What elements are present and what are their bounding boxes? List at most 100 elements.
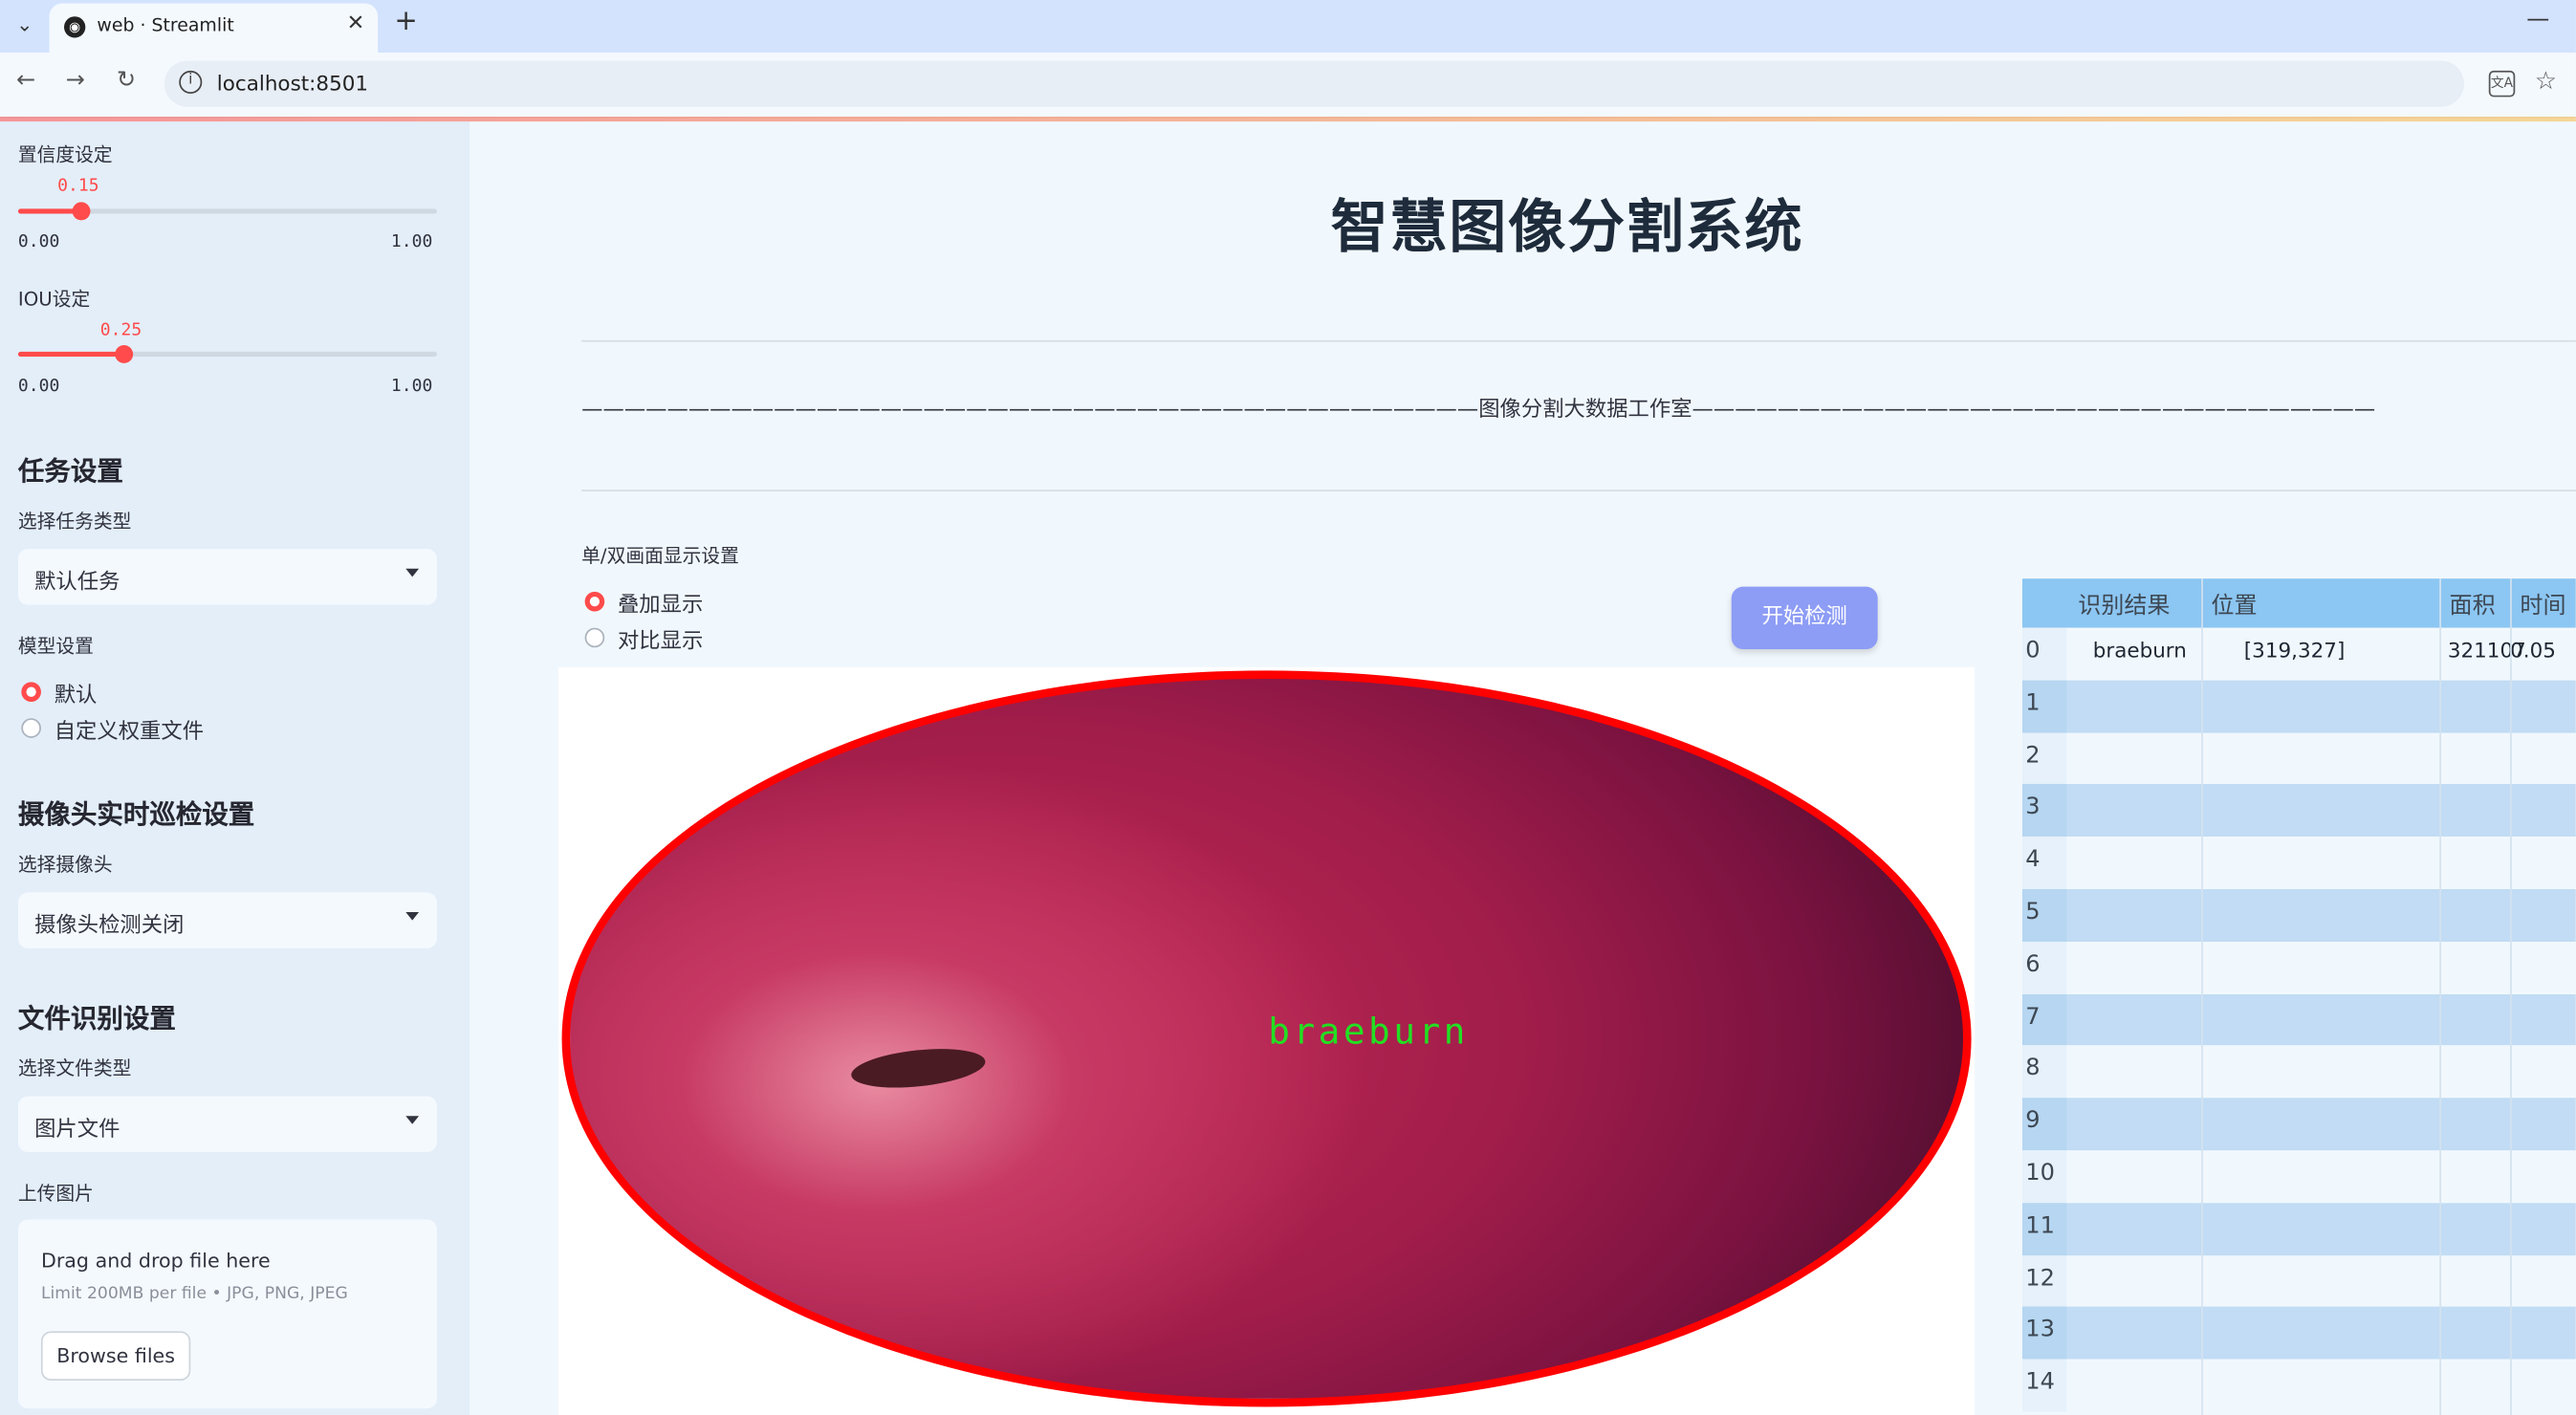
confidence-value: 0.15 bbox=[57, 175, 99, 196]
browse-files-button[interactable]: Browse files bbox=[40, 1331, 191, 1381]
minimize-window-icon[interactable]: — bbox=[2526, 7, 2549, 33]
model-option-custom[interactable]: 自定义权重文件 bbox=[55, 713, 204, 745]
chevron-down-icon bbox=[405, 912, 420, 921]
site-info-icon[interactable]: i bbox=[179, 70, 203, 94]
bookmark-star-icon[interactable]: ☆ bbox=[2535, 66, 2557, 96]
studio-subtitle: ————————————————————————————————————————… bbox=[581, 397, 2376, 423]
tab-list-chevron-icon[interactable]: ⌄ bbox=[7, 7, 43, 43]
row-index-cell: 7 bbox=[2021, 993, 2067, 1046]
file-dropzone[interactable]: Drag and drop file here Limit 200MB per … bbox=[17, 1219, 437, 1409]
header-area[interactable]: 面积 bbox=[2450, 588, 2496, 620]
confidence-min: 0.00 bbox=[17, 231, 60, 252]
display-option-overlay[interactable]: 叠加显示 bbox=[618, 587, 703, 619]
model-option-default[interactable]: 默认 bbox=[55, 677, 98, 708]
streamlit-favicon-icon: ◉ bbox=[64, 16, 86, 38]
divider bbox=[581, 490, 2576, 491]
reload-icon[interactable]: ↻ bbox=[117, 67, 136, 94]
iou-max: 1.00 bbox=[390, 376, 433, 397]
header-position[interactable]: 位置 bbox=[2211, 588, 2257, 620]
table-row[interactable]: 7 bbox=[2021, 993, 2576, 1046]
browser-tab-bar: ⌄ ◉ web · Streamlit ✕ + — bbox=[0, 0, 2576, 54]
table-row[interactable]: 0 braeburn [319,327] 321107 0.05 bbox=[2021, 627, 2576, 681]
table-row[interactable]: 2 bbox=[2021, 731, 2576, 785]
row-index: 2 bbox=[2025, 742, 2041, 769]
table-header: 识别结果 位置 面积 时间 bbox=[2021, 578, 2576, 628]
table-row[interactable]: 6 bbox=[2021, 941, 2576, 994]
iou-value: 0.25 bbox=[99, 320, 142, 340]
table-row[interactable]: 5 bbox=[2021, 888, 2576, 942]
model-radio-custom[interactable] bbox=[21, 718, 41, 738]
table-row[interactable]: 10 bbox=[2021, 1150, 2576, 1203]
start-detection-button[interactable]: 开始检测 bbox=[1731, 586, 1878, 650]
file-select-label: 选择文件类型 bbox=[17, 1056, 132, 1080]
model-radio-default[interactable] bbox=[21, 682, 41, 703]
row-index-cell: 12 bbox=[2021, 1254, 2067, 1308]
display-option-compare[interactable]: 对比显示 bbox=[618, 623, 703, 654]
header-time[interactable]: 时间 bbox=[2520, 588, 2565, 620]
confidence-slider-fill bbox=[17, 208, 81, 214]
column-divider bbox=[2510, 578, 2512, 1415]
translate-icon[interactable]: 文A bbox=[2488, 70, 2516, 98]
table-row[interactable]: 8 bbox=[2021, 1045, 2576, 1099]
confidence-slider-thumb[interactable] bbox=[72, 202, 91, 221]
row-index: 3 bbox=[2025, 794, 2041, 821]
chevron-down-icon bbox=[405, 1116, 420, 1124]
row-index: 7 bbox=[2025, 1003, 2041, 1031]
row-index-cell: 13 bbox=[2021, 1307, 2067, 1360]
iou-slider[interactable] bbox=[17, 344, 437, 363]
table-row[interactable]: 14 bbox=[2021, 1359, 2576, 1412]
column-divider bbox=[2439, 578, 2441, 1415]
confidence-label: 置信度设定 bbox=[17, 142, 113, 166]
row-index: 0 bbox=[2025, 637, 2041, 664]
dropzone-limit: Limit 200MB per file • JPG, PNG, JPEG bbox=[40, 1285, 348, 1304]
row-index: 9 bbox=[2025, 1107, 2041, 1135]
new-tab-icon[interactable]: + bbox=[394, 5, 417, 37]
table-row[interactable]: 13 bbox=[2021, 1307, 2576, 1360]
close-tab-icon[interactable]: ✕ bbox=[347, 11, 365, 36]
result-image: braeburn bbox=[558, 666, 1976, 1415]
iou-label: IOU设定 bbox=[17, 287, 91, 311]
row-index-cell: 6 bbox=[2021, 941, 2067, 994]
row-index: 14 bbox=[2025, 1369, 2055, 1396]
tab-title: web · Streamlit bbox=[97, 14, 234, 36]
forward-arrow-icon[interactable]: → bbox=[66, 67, 85, 94]
camera-heading: 摄像头实时巡检设置 bbox=[17, 798, 255, 831]
camera-select[interactable]: 摄像头检测关闭 bbox=[17, 892, 437, 948]
confidence-slider[interactable] bbox=[17, 202, 437, 221]
upload-label: 上传图片 bbox=[17, 1181, 94, 1206]
header-result[interactable]: 识别结果 bbox=[2078, 588, 2170, 620]
iou-slider-thumb[interactable] bbox=[115, 344, 134, 363]
table-row[interactable]: 4 bbox=[2021, 837, 2576, 889]
model-label: 模型设置 bbox=[17, 634, 94, 658]
camera-select-label: 选择摄像头 bbox=[17, 853, 113, 877]
time-cell[interactable]: 0.05 bbox=[2510, 638, 2556, 663]
table-row[interactable]: 9 bbox=[2021, 1098, 2576, 1151]
row-index-cell: 0 bbox=[2021, 627, 2067, 681]
iou-slider-fill bbox=[17, 351, 123, 358]
main-content: 智慧图像分割系统 ———————————————————————————————… bbox=[469, 121, 2576, 1415]
table-row[interactable]: 11 bbox=[2021, 1202, 2576, 1255]
segmented-apple-mask bbox=[561, 670, 1972, 1407]
table-row[interactable]: 3 bbox=[2021, 784, 2576, 838]
file-type-value: 图片文件 bbox=[34, 1117, 120, 1143]
row-index: 4 bbox=[2025, 846, 2041, 874]
url-field[interactable]: i localhost:8501 bbox=[164, 60, 2464, 107]
table-row[interactable]: 12 bbox=[2021, 1254, 2576, 1308]
results-table[interactable]: 识别结果 位置 面积 时间 0 braeburn [319,327] 3 2 1 10 7 0.… bbox=[2021, 578, 2576, 1415]
url-text[interactable]: localhost:8501 bbox=[217, 71, 368, 96]
position-cell[interactable]: [319,327] bbox=[2244, 638, 2346, 663]
display-radio-overlay[interactable] bbox=[584, 591, 605, 612]
row-index-cell: 14 bbox=[2021, 1359, 2067, 1412]
display-radio-compare[interactable] bbox=[584, 627, 605, 648]
back-arrow-icon[interactable]: ← bbox=[16, 67, 35, 94]
result-cell[interactable]: braeburn bbox=[2093, 638, 2187, 663]
table-row[interactable]: 1 bbox=[2021, 680, 2576, 732]
row-index: 1 bbox=[2025, 689, 2041, 717]
row-index-cell: 5 bbox=[2021, 888, 2067, 942]
browser-tab[interactable]: ◉ web · Streamlit ✕ bbox=[49, 3, 379, 54]
dropzone-text: Drag and drop file here bbox=[40, 1249, 271, 1273]
task-heading: 任务设置 bbox=[17, 455, 123, 487]
task-type-select[interactable]: 默认任务 bbox=[17, 549, 437, 605]
row-index: 10 bbox=[2025, 1160, 2055, 1187]
file-type-select[interactable]: 图片文件 bbox=[17, 1096, 437, 1153]
